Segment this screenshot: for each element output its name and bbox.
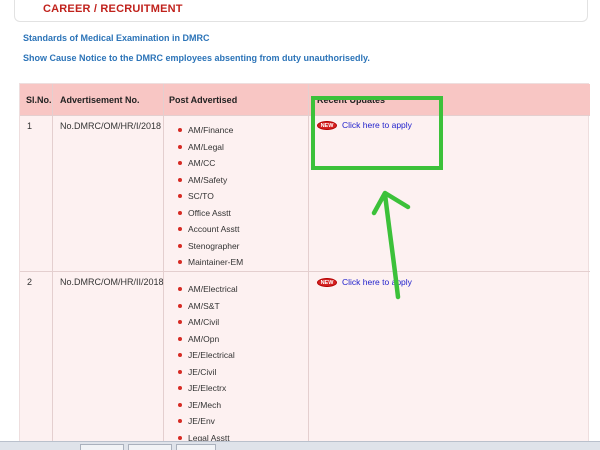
- post-label: Maintainer-EM: [188, 257, 244, 268]
- bullet-icon: [178, 194, 182, 199]
- column-header-advertisement-no: Advertisement No.: [60, 95, 140, 105]
- post-label: AM/CC: [188, 158, 216, 169]
- post-item: Stenographer: [178, 238, 243, 255]
- post-label: AM/Electrical: [188, 284, 238, 295]
- post-item: Office Asstt: [178, 205, 243, 222]
- post-label: AM/Opn: [188, 333, 220, 344]
- post-item: SC/TO: [178, 188, 243, 205]
- post-label: JE/Electrx: [188, 383, 227, 394]
- recruitment-table: Sl.No. Advertisement No. Post Advertised…: [19, 83, 590, 450]
- notice-link-medical-standards[interactable]: Standards of Medical Examination in DMRC: [23, 33, 210, 43]
- row-advertisement-no: No.DMRC/OM/HR/II/2018: [60, 277, 164, 287]
- row-divider: [20, 271, 590, 272]
- post-item: AM/Civil: [178, 314, 238, 331]
- post-label: AM/Finance: [188, 125, 234, 136]
- apply-link[interactable]: Click here to apply: [342, 277, 412, 287]
- post-item: JE/Env: [178, 413, 238, 430]
- post-label: AM/Civil: [188, 317, 220, 328]
- bullet-icon: [178, 435, 182, 440]
- bullet-icon: [178, 402, 182, 407]
- column-header-recent-updates: Recent Updates: [317, 95, 386, 105]
- row-divider: [20, 115, 590, 116]
- post-item: AM/Opn: [178, 331, 238, 348]
- table-header: Sl.No. Advertisement No. Post Advertised…: [20, 84, 590, 115]
- bullet-icon: [178, 353, 182, 358]
- taskbar-button[interactable]: [176, 444, 216, 450]
- column-divider: [52, 84, 53, 450]
- row-sl-no: 1: [27, 121, 33, 131]
- bullet-icon: [178, 161, 182, 166]
- post-label: Account Asstt: [188, 224, 240, 235]
- bullet-icon: [178, 386, 182, 391]
- post-item: AM/Finance: [178, 122, 243, 139]
- post-label: Office Asstt: [188, 207, 231, 218]
- bullet-icon: [178, 369, 182, 374]
- page-header-card: CAREER / RECRUITMENT: [14, 0, 588, 22]
- column-divider: [163, 84, 164, 450]
- column-header-post-advertised: Post Advertised: [169, 95, 238, 105]
- bullet-icon: [178, 260, 182, 265]
- taskbar: [0, 441, 600, 450]
- notice-link-show-cause[interactable]: Show Cause Notice to the DMRC employees …: [23, 53, 370, 63]
- bullet-icon: [178, 210, 182, 215]
- bullet-icon: [178, 227, 182, 232]
- post-label: JE/Env: [188, 416, 215, 427]
- bullet-icon: [178, 303, 182, 308]
- recruitment-page: CAREER / RECRUITMENT Standards of Medica…: [0, 0, 600, 450]
- post-item: JE/Electrx: [178, 380, 238, 397]
- new-badge-icon: NEW: [317, 277, 337, 287]
- bullet-icon: [178, 336, 182, 341]
- bullet-icon: [178, 287, 182, 292]
- post-label: SC/TO: [188, 191, 214, 202]
- bullet-icon: [178, 177, 182, 182]
- recent-update: NEW Click here to apply: [317, 277, 412, 287]
- post-item: JE/Civil: [178, 364, 238, 381]
- post-label: AM/S&T: [188, 300, 220, 311]
- post-item: JE/Mech: [178, 397, 238, 414]
- taskbar-button[interactable]: [128, 444, 172, 450]
- column-header-sl-no: Sl.No.: [26, 95, 52, 105]
- bullet-icon: [178, 320, 182, 325]
- bullet-icon: [178, 128, 182, 133]
- new-badge-icon: NEW: [317, 120, 337, 130]
- post-item: AM/Electrical: [178, 281, 238, 298]
- post-label: AM/Legal: [188, 141, 224, 152]
- post-label: Stenographer: [188, 240, 240, 251]
- column-divider: [308, 84, 309, 450]
- bullet-icon: [178, 243, 182, 248]
- row-sl-no: 2: [27, 277, 33, 287]
- post-item: AM/S&T: [178, 298, 238, 315]
- row-advertisement-no: No.DMRC/OM/HR/I/2018: [60, 121, 162, 131]
- post-label: JE/Electrical: [188, 350, 235, 361]
- post-item: AM/Safety: [178, 172, 243, 189]
- bullet-icon: [178, 144, 182, 149]
- apply-link[interactable]: Click here to apply: [342, 120, 412, 130]
- post-item: AM/Legal: [178, 139, 243, 156]
- post-label: JE/Mech: [188, 399, 222, 410]
- post-item: Maintainer-EM: [178, 254, 243, 271]
- bullet-icon: [178, 419, 182, 424]
- recent-update: NEW Click here to apply: [317, 120, 412, 130]
- post-list: AM/Finance AM/Legal AM/CC AM/Safety SC/TO Off…: [178, 122, 243, 271]
- post-item: JE/Electrical: [178, 347, 238, 364]
- page-title: CAREER / RECRUITMENT: [43, 3, 183, 15]
- post-label: AM/Safety: [188, 174, 228, 185]
- post-label: JE/Civil: [188, 366, 217, 377]
- taskbar-button[interactable]: [80, 444, 124, 450]
- post-item: Account Asstt: [178, 221, 243, 238]
- post-item: AM/CC: [178, 155, 243, 172]
- post-list: AM/Electrical AM/S&T AM/Civil AM/Opn JE/Elec…: [178, 281, 238, 446]
